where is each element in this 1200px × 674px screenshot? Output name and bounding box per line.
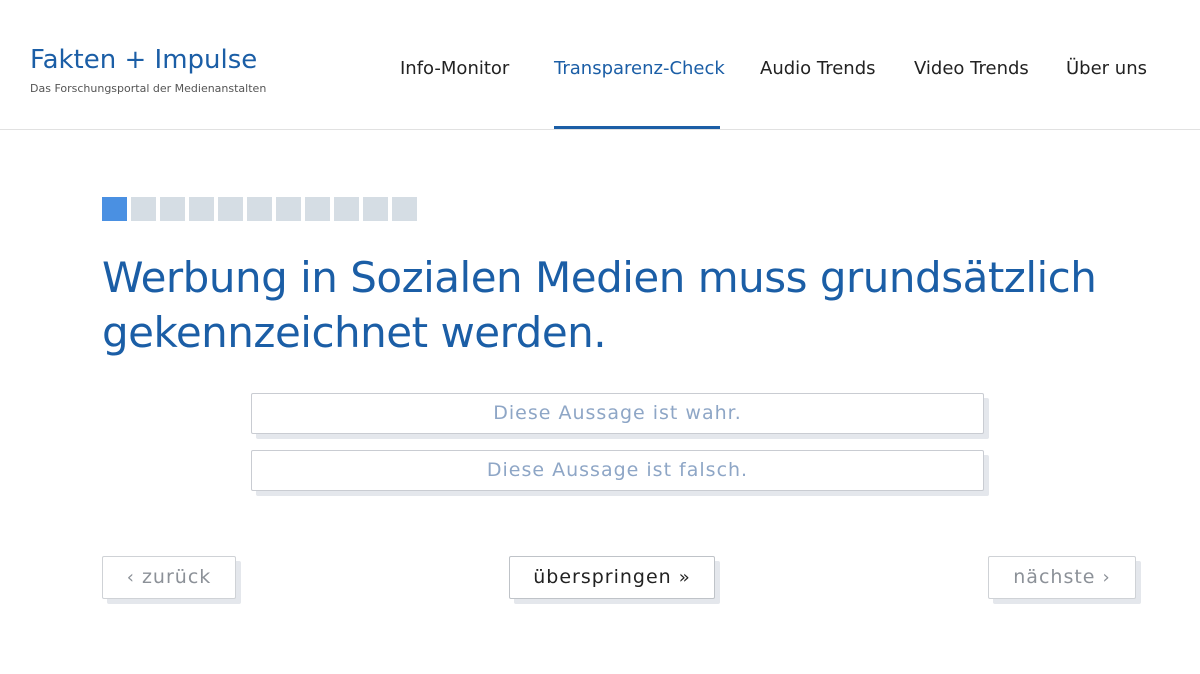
back-button-label: zurück — [141, 566, 212, 588]
next-button-label: nächste — [1013, 566, 1096, 588]
nav-item-video-trends[interactable]: Video Trends — [914, 58, 1029, 79]
progress-segment — [334, 197, 359, 221]
progress-segment — [131, 197, 156, 221]
nav-item-ueber-uns[interactable]: Über uns — [1066, 58, 1147, 79]
nav-item-info-monitor[interactable]: Info-Monitor — [400, 58, 509, 79]
answer-true-button[interactable]: Diese Aussage ist wahr. — [251, 393, 984, 434]
double-chevron-right-icon: » — [678, 567, 691, 588]
progress-segment — [189, 197, 214, 221]
chevron-left-icon: ‹ — [126, 567, 135, 588]
progress-segment — [160, 197, 185, 221]
answer-false-button[interactable]: Diese Aussage ist falsch. — [251, 450, 984, 491]
skip-button-label: überspringen — [533, 566, 672, 588]
progress-segment — [276, 197, 301, 221]
chevron-right-icon: › — [1102, 567, 1111, 588]
progress-segment — [218, 197, 243, 221]
logo-title: Fakten + Impulse — [30, 45, 258, 75]
progress-segment — [305, 197, 330, 221]
skip-button[interactable]: überspringen » — [509, 556, 715, 599]
progress-segment-done — [102, 197, 127, 221]
nav-item-transparenz-check[interactable]: Transparenz-Check — [554, 58, 725, 79]
site-header: Fakten + Impulse Das Forschungsportal de… — [0, 0, 1200, 130]
quiz-progress — [102, 197, 417, 221]
nav-item-audio-trends[interactable]: Audio Trends — [760, 58, 876, 79]
quiz-question: Werbung in Sozialen Medien muss grundsät… — [102, 253, 1097, 357]
progress-segment — [392, 197, 417, 221]
progress-segment — [363, 197, 388, 221]
next-button[interactable]: nächste › — [988, 556, 1136, 599]
logo-subtitle: Das Forschungsportal der Medienanstalten — [30, 82, 267, 95]
progress-segment — [247, 197, 272, 221]
back-button[interactable]: ‹ zurück — [102, 556, 236, 599]
logo[interactable]: Fakten + Impulse Das Forschungsportal de… — [30, 44, 266, 95]
active-nav-underline — [554, 126, 720, 129]
